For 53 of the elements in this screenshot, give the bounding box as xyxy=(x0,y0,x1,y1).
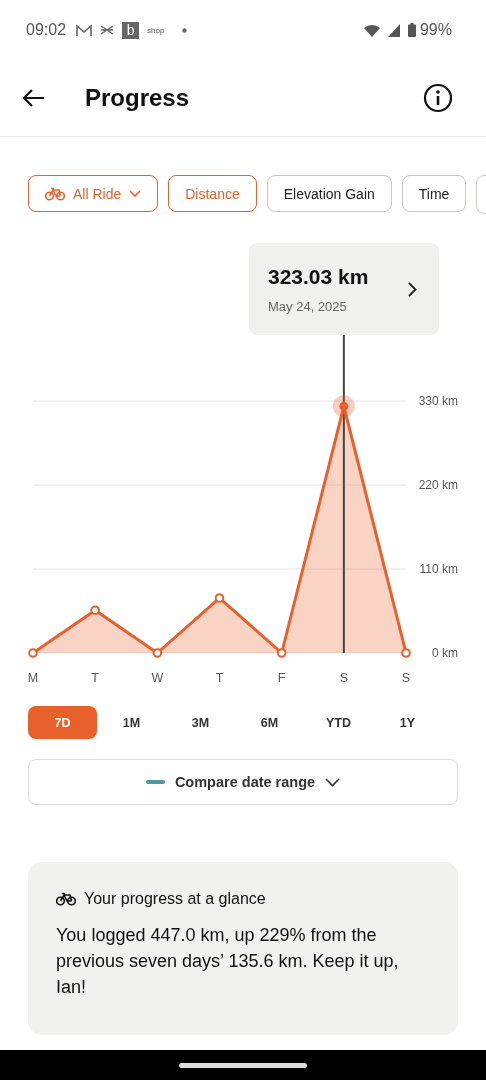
data-point[interactable] xyxy=(214,593,225,603)
axis-label: 220 km xyxy=(418,478,458,492)
notification-badge: b xyxy=(122,21,140,39)
day-label: W xyxy=(151,671,164,685)
day-label: S xyxy=(401,671,411,685)
data-point[interactable] xyxy=(401,648,411,658)
app-icon xyxy=(100,25,115,35)
axis-label: 110 km xyxy=(419,562,458,576)
battery-percent: 99% xyxy=(419,21,452,39)
metric-chip[interactable]: Elevation Gain xyxy=(266,175,392,212)
range-tab[interactable]: YTD xyxy=(304,706,373,739)
data-point[interactable] xyxy=(152,648,163,658)
data-point[interactable] xyxy=(28,648,38,658)
compare-button[interactable]: Compare date range xyxy=(28,759,458,805)
caret-icon xyxy=(129,189,142,198)
summary-text: You logged 447.0 km, up 229% from the previous seven days’ 135.6 km. Keep it up, Ian! xyxy=(56,924,400,999)
tooltip-value: 323.03 km xyxy=(268,264,370,289)
battery-icon xyxy=(407,23,416,37)
wifi-icon xyxy=(363,23,380,37)
data-point[interactable] xyxy=(276,648,287,658)
axis-label: 0 km xyxy=(432,646,458,660)
bike-icon xyxy=(45,186,65,201)
summary-title: Your progress at a glance xyxy=(84,890,266,908)
metric-chip[interactable]: Time xyxy=(401,175,467,212)
mail-icon xyxy=(76,23,93,37)
caret-icon xyxy=(325,777,341,787)
range-tab[interactable]: 6M xyxy=(235,706,304,739)
data-point[interactable] xyxy=(90,605,100,616)
dot-icon xyxy=(182,27,188,33)
day-label: T xyxy=(91,671,99,685)
day-label: F xyxy=(277,671,286,685)
status-time: 09:02 xyxy=(26,21,67,39)
legend-swatch-icon xyxy=(145,780,165,784)
day-label: S xyxy=(339,671,348,685)
page-title: Progress xyxy=(85,84,190,112)
chevron-right-icon xyxy=(408,281,417,297)
day-label: M xyxy=(27,671,39,685)
range-tab[interactable]: 1Y xyxy=(373,706,442,739)
selected-point[interactable] xyxy=(332,395,355,418)
activity-filter[interactable]: All Ride xyxy=(28,175,159,212)
chart-tooltip[interactable]: 323.03 km May 24, 2025 xyxy=(249,243,439,335)
info-icon[interactable] xyxy=(423,83,453,113)
notification-text: shop xyxy=(147,25,165,35)
gesture-handle[interactable] xyxy=(179,1062,307,1068)
back-arrow-icon[interactable] xyxy=(23,89,45,107)
day-label: T xyxy=(215,671,224,685)
axis-label: 330 km xyxy=(418,394,458,408)
metric-chip[interactable]: Distance xyxy=(168,175,257,212)
tooltip-date: May 24, 2025 xyxy=(268,298,348,314)
bike-icon xyxy=(56,892,76,906)
range-tab[interactable]: 3M xyxy=(166,706,235,739)
signal-icon xyxy=(387,23,400,37)
range-tab[interactable]: 1M xyxy=(97,706,166,739)
